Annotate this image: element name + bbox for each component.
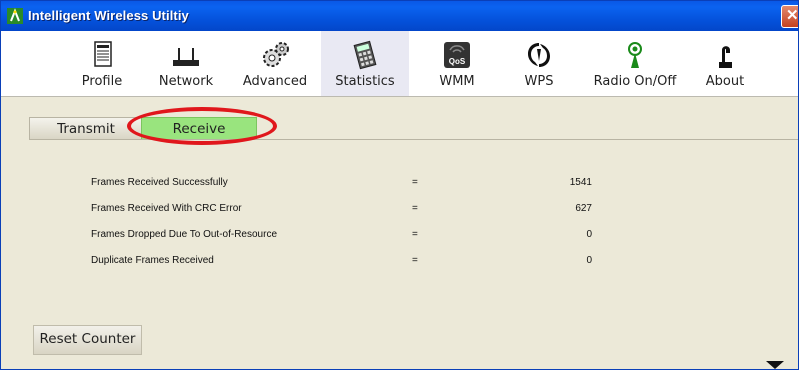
close-icon: ✕ <box>786 7 799 24</box>
radio-antenna-icon <box>628 42 642 68</box>
toolbar-about[interactable]: About <box>697 31 753 96</box>
stat-row: Frames Received With CRC Error = 627 <box>1 203 798 219</box>
tab-divider <box>29 139 798 140</box>
toolbar-radio-onoff[interactable]: Radio On/Off <box>585 31 685 96</box>
toolbar-label: Radio On/Off <box>593 74 677 89</box>
router-icon <box>173 48 199 66</box>
title-bar[interactable]: Intelligent Wireless Utiltiy ✕ <box>1 1 798 31</box>
stat-value: 0 <box>586 255 592 266</box>
window-title: Intelligent Wireless Utiltiy <box>28 8 189 23</box>
stat-row: Duplicate Frames Received = 0 <box>1 255 798 271</box>
stat-value: 0 <box>586 229 592 240</box>
statistics-panel: Transmit Receive Frames Received Success… <box>1 97 798 369</box>
toolbar-label: WPS <box>524 74 554 89</box>
toolbar-label: Network <box>158 74 214 89</box>
calculator-icon <box>353 40 377 70</box>
stat-label: Frames Received With CRC Error <box>91 203 242 214</box>
toolbar-network[interactable]: Network <box>151 31 221 96</box>
stat-label: Frames Dropped Due To Out-of-Resource <box>91 229 278 240</box>
app-icon <box>7 8 23 24</box>
tab-transmit[interactable]: Transmit <box>29 117 143 140</box>
toolbar-label: Statistics <box>335 74 395 89</box>
toolbar-label: WMM <box>439 74 475 89</box>
qos-icon: QoS <box>444 42 470 68</box>
toolbar-statistics[interactable]: Statistics <box>321 31 409 96</box>
toolbar-profile[interactable]: Profile <box>71 31 133 96</box>
reset-counter-button[interactable]: Reset Counter <box>33 325 142 355</box>
toolbar-label: Advanced <box>242 74 308 89</box>
qos-badge: QoS <box>449 57 466 66</box>
stat-label: Duplicate Frames Received <box>91 255 214 266</box>
wps-icon <box>528 43 550 67</box>
main-toolbar: Profile Network Advanced Statistics QoS … <box>1 31 798 97</box>
app-window: Intelligent Wireless Utiltiy ✕ Profile N… <box>0 0 799 370</box>
highlight-annotation <box>127 107 277 145</box>
stat-equals: = <box>412 203 418 214</box>
stat-value: 1541 <box>569 177 592 188</box>
close-button[interactable]: ✕ <box>781 5 799 28</box>
toolbar-wmm[interactable]: QoS WMM <box>425 31 489 96</box>
gears-icon <box>263 42 289 67</box>
stat-equals: = <box>412 255 418 266</box>
profile-icon <box>94 41 112 67</box>
stat-equals: = <box>412 229 418 240</box>
about-icon <box>719 46 732 68</box>
stat-equals: = <box>412 177 418 188</box>
stat-label: Frames Received Successfully <box>91 177 228 188</box>
toolbar-label: About <box>705 74 745 89</box>
stat-value: 627 <box>575 203 592 214</box>
stat-row: Frames Received Successfully = 1541 <box>1 177 798 193</box>
toolbar-advanced[interactable]: Advanced <box>237 31 313 96</box>
chevron-down-icon[interactable] <box>766 361 784 369</box>
stat-row: Frames Dropped Due To Out-of-Resource = … <box>1 229 798 245</box>
toolbar-wps[interactable]: WPS <box>507 31 571 96</box>
toolbar-label: Profile <box>81 74 123 89</box>
